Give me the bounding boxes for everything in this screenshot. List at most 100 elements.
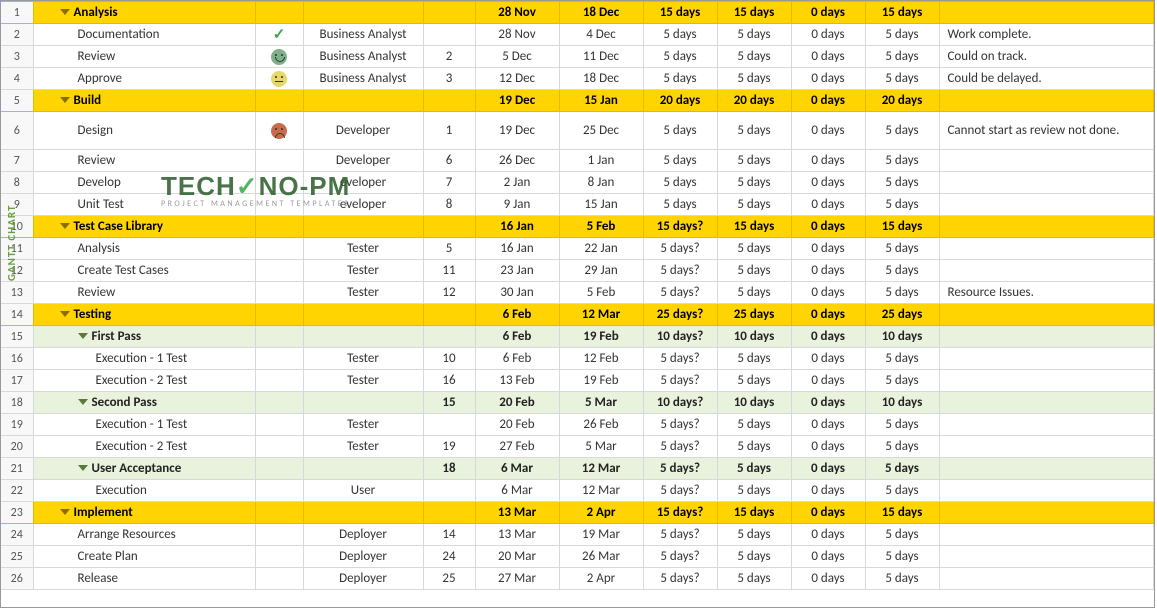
cell-predecessor[interactable]: 24 — [423, 546, 475, 568]
cell-col9[interactable]: 0 days — [791, 194, 865, 216]
cell-note[interactable] — [939, 326, 1154, 348]
row-number[interactable]: 21 — [1, 458, 33, 480]
cell-col10[interactable]: 5 days — [865, 68, 939, 90]
cell-col10[interactable]: 15 days — [865, 502, 939, 524]
cell-start[interactable]: 27 Feb — [475, 436, 559, 458]
cell-status[interactable] — [255, 194, 303, 216]
cell-start[interactable]: 13 Mar — [475, 524, 559, 546]
cell-col8[interactable]: 25 days — [717, 304, 791, 326]
cell-finish[interactable]: 1 Jan — [559, 150, 643, 172]
cell-status[interactable] — [255, 172, 303, 194]
row-number[interactable]: 14 — [1, 304, 33, 326]
cell-resource[interactable]: Tester — [303, 370, 423, 392]
cell-status[interactable] — [255, 260, 303, 282]
cell-col9[interactable]: 0 days — [791, 90, 865, 112]
cell-resource[interactable] — [303, 216, 423, 238]
cell-resource[interactable] — [303, 304, 423, 326]
cell-resource[interactable]: Tester — [303, 282, 423, 304]
cell-col10[interactable]: 5 days — [865, 436, 939, 458]
cell-note[interactable] — [939, 414, 1154, 436]
cell-resource[interactable] — [303, 392, 423, 414]
collapse-icon[interactable] — [60, 311, 70, 317]
cell-col8[interactable]: 5 days — [717, 436, 791, 458]
cell-col8[interactable]: 10 days — [717, 326, 791, 348]
cell-start[interactable]: 20 Mar — [475, 546, 559, 568]
cell-task[interactable]: Execution - 2 Test — [33, 436, 255, 458]
cell-col8[interactable]: 5 days — [717, 194, 791, 216]
cell-predecessor[interactable] — [423, 90, 475, 112]
cell-resource[interactable] — [303, 326, 423, 348]
cell-task[interactable]: Review — [33, 46, 255, 68]
cell-col10[interactable]: 5 days — [865, 24, 939, 46]
cell-status[interactable] — [255, 112, 303, 150]
cell-duration[interactable]: 5 days? — [643, 480, 717, 502]
cell-predecessor[interactable]: 15 — [423, 392, 475, 414]
cell-duration[interactable]: 5 days — [643, 68, 717, 90]
cell-col10[interactable]: 20 days — [865, 90, 939, 112]
collapse-icon[interactable] — [60, 509, 70, 515]
cell-resource[interactable]: Deployer — [303, 546, 423, 568]
cell-start[interactable]: 5 Dec — [475, 46, 559, 68]
cell-finish[interactable]: 5 Feb — [559, 282, 643, 304]
cell-start[interactable]: 6 Mar — [475, 480, 559, 502]
cell-status[interactable] — [255, 370, 303, 392]
cell-note[interactable] — [939, 194, 1154, 216]
cell-start[interactable]: 6 Mar — [475, 458, 559, 480]
cell-predecessor[interactable]: 11 — [423, 260, 475, 282]
cell-predecessor[interactable]: 16 — [423, 370, 475, 392]
cell-predecessor[interactable]: 10 — [423, 348, 475, 370]
cell-col9[interactable]: 0 days — [791, 24, 865, 46]
cell-status[interactable] — [255, 2, 303, 24]
cell-col10[interactable]: 5 days — [865, 348, 939, 370]
cell-task[interactable]: Execution - 2 Test — [33, 370, 255, 392]
cell-note[interactable] — [939, 524, 1154, 546]
cell-start[interactable]: 13 Feb — [475, 370, 559, 392]
cell-finish[interactable]: 12 Mar — [559, 304, 643, 326]
cell-col9[interactable]: 0 days — [791, 458, 865, 480]
cell-col10[interactable]: 10 days — [865, 392, 939, 414]
cell-predecessor[interactable]: 2 — [423, 46, 475, 68]
cell-duration[interactable]: 5 days? — [643, 524, 717, 546]
table-row[interactable]: 18Second Pass1520 Feb5 Mar10 days?10 day… — [1, 392, 1154, 414]
cell-task[interactable]: Second Pass — [33, 392, 255, 414]
cell-predecessor[interactable]: 7 — [423, 172, 475, 194]
cell-status[interactable] — [255, 436, 303, 458]
cell-col10[interactable]: 5 days — [865, 414, 939, 436]
cell-start[interactable]: 26 Dec — [475, 150, 559, 172]
cell-col9[interactable]: 0 days — [791, 480, 865, 502]
cell-start[interactable]: 28 Nov — [475, 2, 559, 24]
cell-duration[interactable]: 5 days — [643, 112, 717, 150]
cell-status[interactable] — [255, 150, 303, 172]
row-number[interactable]: 3 — [1, 46, 33, 68]
cell-duration[interactable]: 5 days? — [643, 282, 717, 304]
cell-note[interactable]: Could be delayed. — [939, 68, 1154, 90]
table-row[interactable]: 20Execution - 2 TestTester1927 Feb5 Mar5… — [1, 436, 1154, 458]
cell-note[interactable] — [939, 370, 1154, 392]
cell-col8[interactable]: 5 days — [717, 112, 791, 150]
cell-duration[interactable]: 5 days? — [643, 568, 717, 590]
cell-col10[interactable]: 5 days — [865, 150, 939, 172]
table-row[interactable]: 15First Pass6 Feb19 Feb10 days?10 days0 … — [1, 326, 1154, 348]
cell-note[interactable] — [939, 502, 1154, 524]
cell-duration[interactable]: 5 days? — [643, 436, 717, 458]
cell-predecessor[interactable] — [423, 24, 475, 46]
cell-col9[interactable]: 0 days — [791, 2, 865, 24]
cell-col9[interactable]: 0 days — [791, 546, 865, 568]
cell-duration[interactable]: 5 days? — [643, 260, 717, 282]
cell-col10[interactable]: 5 days — [865, 458, 939, 480]
cell-task[interactable]: Review — [33, 150, 255, 172]
cell-col10[interactable]: 5 days — [865, 172, 939, 194]
table-row[interactable]: 12Create Test CasesTester1123 Jan29 Jan5… — [1, 260, 1154, 282]
cell-resource[interactable] — [303, 90, 423, 112]
cell-col8[interactable]: 5 days — [717, 260, 791, 282]
cell-task[interactable]: Arrange Resources — [33, 524, 255, 546]
cell-duration[interactable]: 10 days? — [643, 392, 717, 414]
cell-task[interactable]: Approve — [33, 68, 255, 90]
cell-resource[interactable]: eveloper — [303, 172, 423, 194]
cell-col10[interactable]: 5 days — [865, 194, 939, 216]
row-number[interactable]: 23 — [1, 502, 33, 524]
row-number[interactable]: 1 — [1, 2, 33, 24]
cell-col8[interactable]: 15 days — [717, 502, 791, 524]
cell-start[interactable]: 13 Mar — [475, 502, 559, 524]
cell-status[interactable] — [255, 216, 303, 238]
